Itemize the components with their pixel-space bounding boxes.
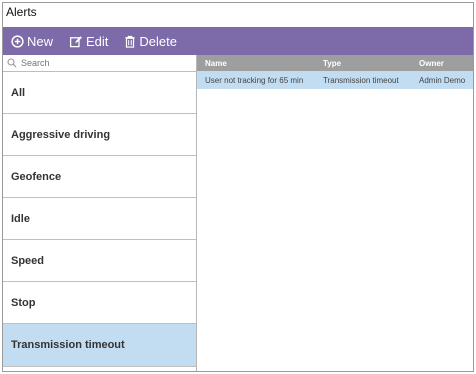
search-icon	[7, 58, 17, 68]
category-label: Transmission timeout	[11, 339, 125, 351]
category-all[interactable]: All	[3, 72, 196, 114]
table-row[interactable]: User not tracking for 65 min Transmissio…	[197, 71, 473, 89]
category-transmission-timeout[interactable]: Transmission timeout	[3, 324, 196, 367]
edit-button[interactable]: Edit	[69, 34, 108, 49]
category-label: Geofence	[11, 170, 62, 183]
category-panel: All Aggressive driving Geofence Idle Spe…	[3, 55, 197, 371]
trash-icon	[125, 35, 136, 48]
search-input[interactable]	[21, 58, 171, 68]
column-header-name[interactable]: Name	[197, 59, 317, 68]
new-label: New	[27, 33, 54, 49]
delete-label: Delete	[139, 33, 177, 49]
window-title: Alerts	[6, 5, 37, 19]
cell-name: User not tracking for 65 min	[205, 75, 304, 85]
category-label: Stop	[11, 296, 36, 309]
category-label: Idle	[11, 212, 30, 225]
category-label: Aggressive driving	[11, 128, 111, 141]
new-button[interactable]: New	[11, 34, 53, 49]
delete-button[interactable]: Delete	[124, 34, 177, 49]
category-list: All Aggressive driving Geofence Idle Spe…	[3, 72, 196, 367]
table-header: Name Type Owner	[197, 55, 473, 71]
category-label: Speed	[11, 254, 45, 267]
alerts-table: Name Type Owner User not tracking for 65…	[197, 55, 473, 371]
category-idle[interactable]: Idle	[3, 198, 196, 240]
cell-owner: Admin Demo	[419, 75, 466, 85]
alerts-window: Alerts New Edit Delete Search All Aggres…	[2, 2, 474, 372]
category-stop[interactable]: Stop	[3, 282, 196, 324]
column-header-owner[interactable]: Owner	[413, 59, 473, 68]
edit-icon	[69, 35, 82, 47]
category-aggressive-driving[interactable]: Aggressive driving	[3, 114, 196, 156]
edit-label: Edit	[86, 33, 109, 49]
search-box	[3, 55, 196, 72]
category-label: All	[11, 86, 26, 99]
category-geofence[interactable]: Geofence	[3, 156, 196, 198]
toolbar: New Edit Delete	[3, 27, 473, 55]
plus-circle-icon	[11, 34, 24, 48]
column-header-type[interactable]: Type	[317, 59, 413, 68]
category-speed[interactable]: Speed	[3, 240, 196, 282]
cell-type: Transmission timeout	[323, 75, 399, 85]
